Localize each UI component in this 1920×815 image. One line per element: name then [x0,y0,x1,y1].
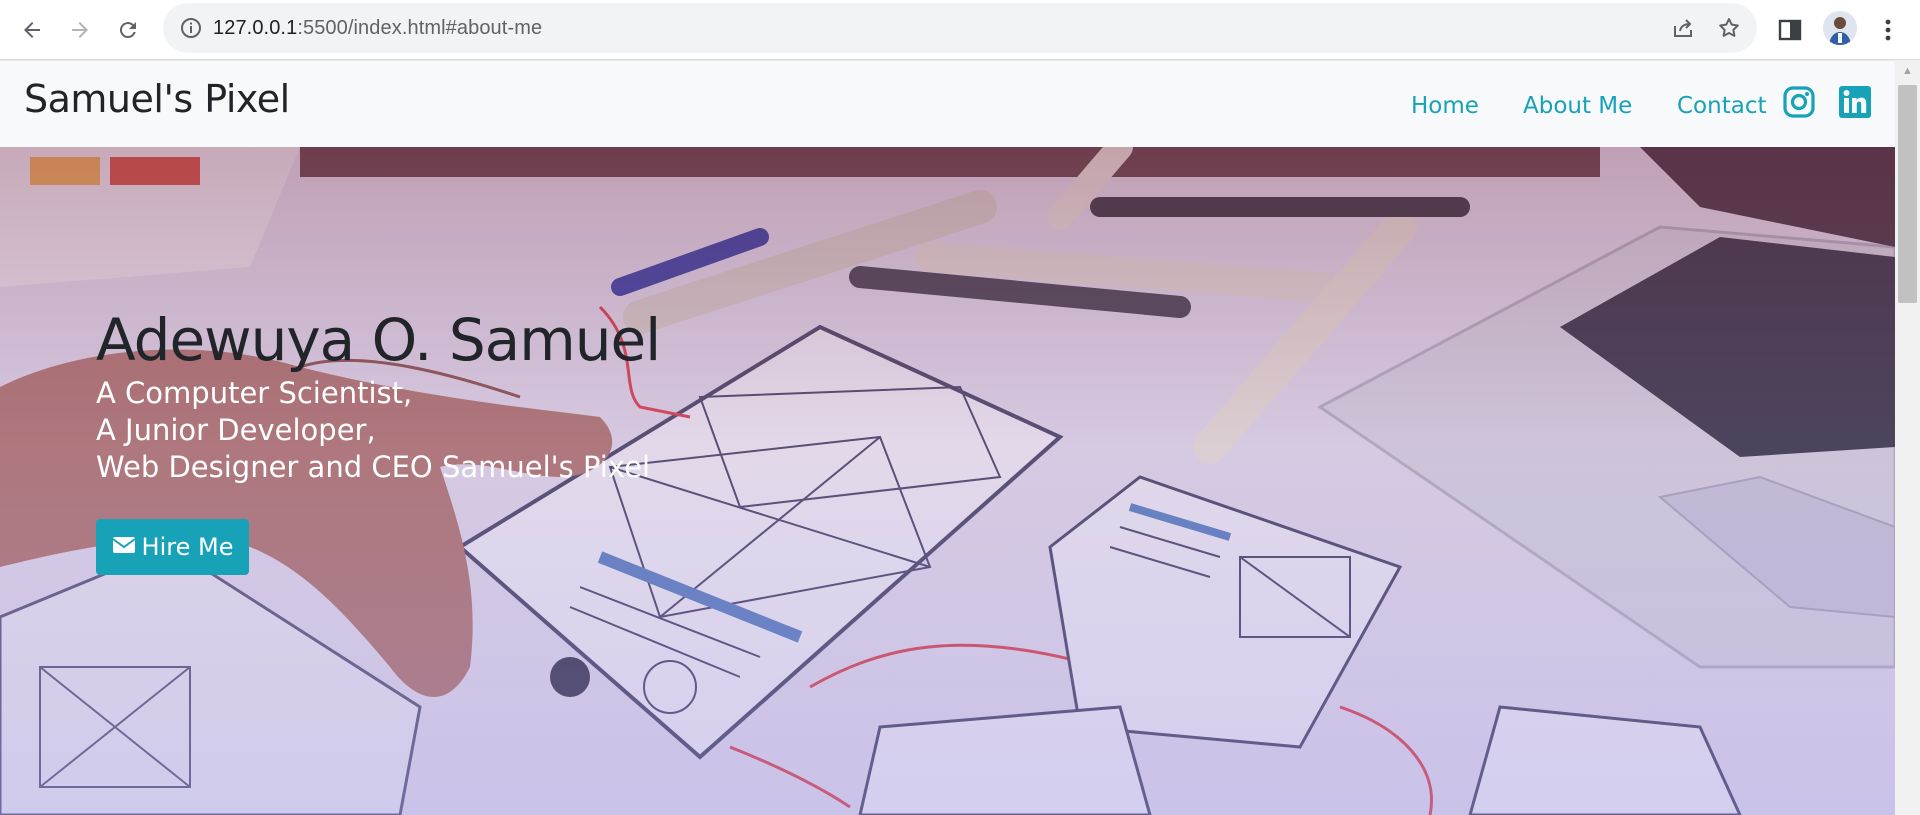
hero-line-1: A Computer Scientist, [96,376,413,410]
url-host: 127.0.0.1 [213,17,298,39]
envelope-icon [111,533,136,561]
linkedin-icon[interactable] [1838,85,1872,119]
scroll-up-arrow-icon[interactable]: ▲ [1895,60,1920,82]
url-text[interactable]: 127.0.0.1:5500/index.html#about-me [213,17,542,40]
instagram-icon[interactable] [1782,85,1816,119]
browser-toolbar: 127.0.0.1:5500/index.html#about-me [0,0,1920,60]
site-brand[interactable]: Samuel's Pixel [24,77,290,121]
bookmark-star-icon[interactable] [1717,16,1741,40]
web-page: Samuel's Pixel Home About Me Contact Ade… [0,60,1895,815]
site-navbar: Samuel's Pixel Home About Me Contact [0,60,1895,147]
forward-icon[interactable] [62,12,98,48]
nav-link-about-me[interactable]: About Me [1523,93,1632,119]
back-icon[interactable] [14,12,50,48]
address-bar[interactable]: 127.0.0.1:5500/index.html#about-me [163,3,1757,53]
hero-section: Adewuya O. Samuel A Computer Scientist, … [0,147,1895,815]
chrome-menu-icon[interactable] [1874,16,1902,44]
hire-me-label: Hire Me [141,533,234,561]
scroll-thumb[interactable] [1898,85,1917,303]
nav-link-home[interactable]: Home [1411,93,1479,119]
hero-line-2: A Junior Developer, [96,413,376,447]
share-icon[interactable] [1671,16,1695,40]
url-path: :5500/index.html#about-me [297,17,543,39]
hire-me-button[interactable]: Hire Me [96,519,249,575]
reload-icon[interactable] [110,12,146,48]
hero-name: Adewuya O. Samuel [96,306,661,374]
site-info-icon[interactable] [179,16,203,40]
page-scrollbar[interactable]: ▲ [1895,60,1920,815]
hero-text: Adewuya O. Samuel A Computer Scientist, … [96,305,661,486]
profile-avatar[interactable] [1823,11,1857,45]
hero-line-3: Web Designer and CEO Samuel's Pixel [96,450,651,484]
nav-link-contact[interactable]: Contact [1677,93,1766,119]
side-panel-icon[interactable] [1776,16,1804,44]
